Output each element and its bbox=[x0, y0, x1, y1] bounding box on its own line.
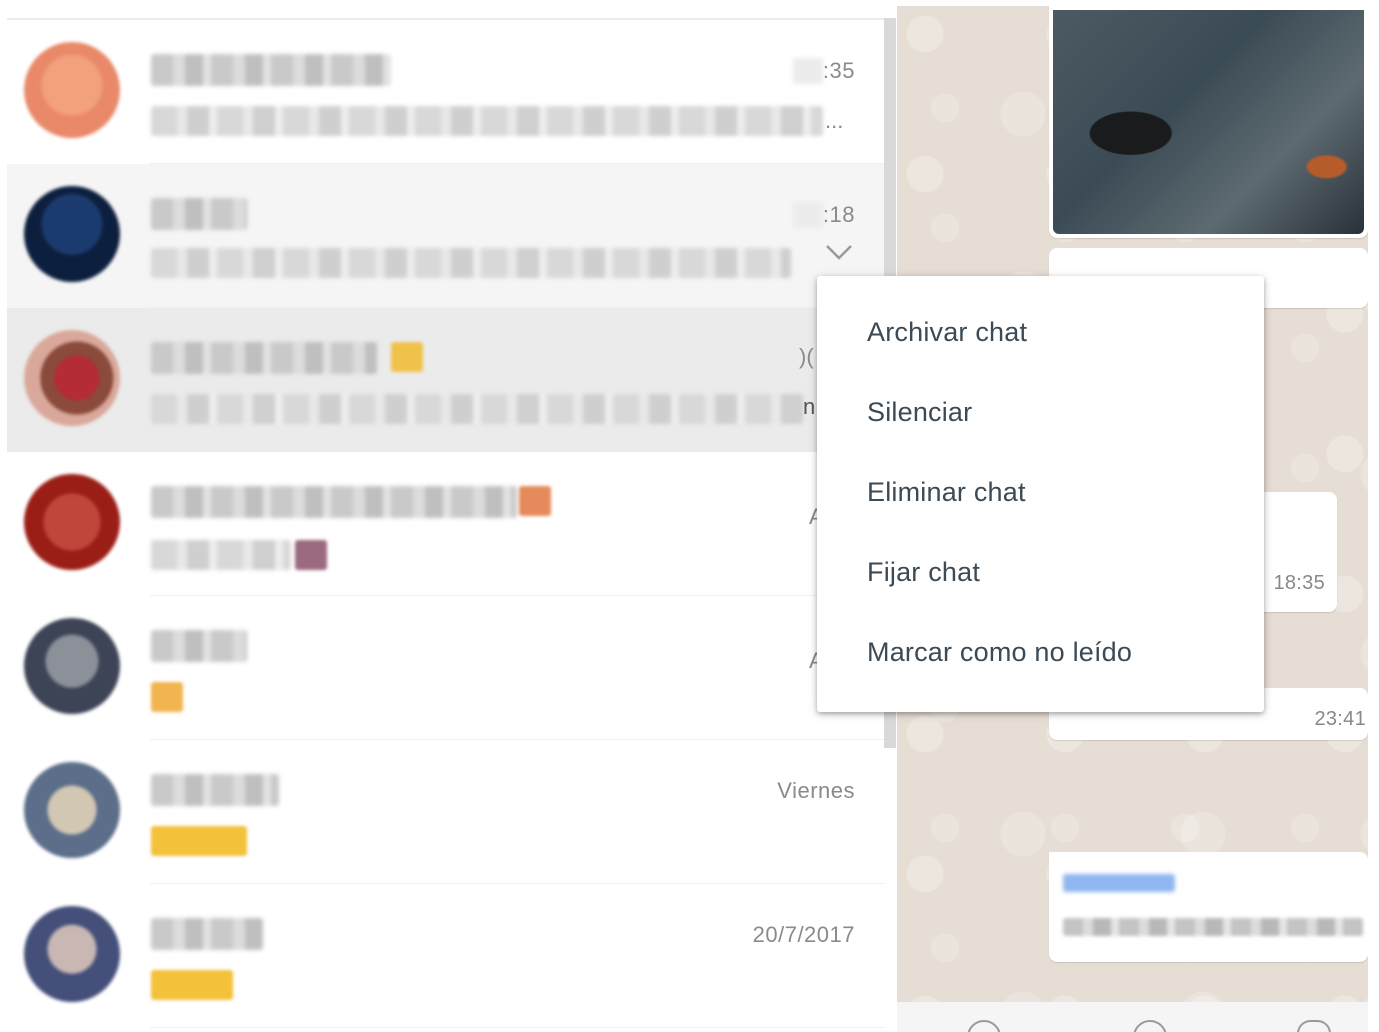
emoji-redacted bbox=[519, 486, 551, 516]
chat-list-item[interactable]: Viernes bbox=[7, 740, 885, 884]
chevron-down-icon[interactable] bbox=[824, 241, 854, 263]
emoji-icon[interactable] bbox=[967, 1020, 1001, 1032]
time-redacted bbox=[793, 58, 823, 84]
chat-time: :35 bbox=[822, 58, 855, 83]
whatsapp-web-window: ... :35 :18 )( n Viernes 20/7/2017 18:35… bbox=[0, 0, 1379, 1032]
avatar bbox=[24, 42, 120, 138]
chat-preview-redacted bbox=[151, 106, 823, 136]
chat-preview-redacted bbox=[151, 248, 791, 278]
chat-name-redacted bbox=[151, 54, 391, 86]
chat-list-item[interactable]: A bbox=[7, 596, 885, 740]
chat-time: Viernes bbox=[777, 778, 855, 803]
message-time: 18:35 bbox=[1273, 572, 1325, 594]
chat-list-item[interactable]: 20/7/2017 bbox=[7, 884, 885, 1028]
time-redacted bbox=[793, 202, 823, 228]
menu-item-pin-chat[interactable]: Fijar chat bbox=[817, 532, 1264, 612]
chat-time: :18 bbox=[822, 202, 855, 227]
menu-item-delete-chat[interactable]: Eliminar chat bbox=[817, 452, 1264, 532]
link-redacted[interactable] bbox=[1063, 874, 1175, 892]
link-message[interactable] bbox=[1049, 852, 1368, 962]
chat-time-partial: )( bbox=[799, 344, 814, 369]
message-time: 23:41 bbox=[1314, 708, 1366, 730]
chat-list-item[interactable]: )( n bbox=[7, 308, 885, 452]
menu-item-mute[interactable]: Silenciar bbox=[817, 372, 1264, 452]
mic-icon[interactable] bbox=[1297, 1020, 1331, 1032]
chat-name-redacted bbox=[151, 486, 517, 518]
chat-list-item[interactable]: ... :35 bbox=[7, 20, 885, 164]
emoji-redacted bbox=[151, 970, 233, 1000]
chat-preview-redacted bbox=[151, 394, 803, 424]
avatar bbox=[24, 618, 120, 714]
chat-list: ... :35 :18 )( n Viernes 20/7/2017 bbox=[7, 18, 885, 1032]
compose-bar bbox=[897, 1002, 1368, 1032]
chat-name-redacted bbox=[151, 630, 247, 662]
message-photo[interactable] bbox=[1053, 10, 1364, 234]
avatar bbox=[24, 906, 120, 1002]
emoji-redacted bbox=[295, 540, 327, 570]
avatar bbox=[24, 330, 120, 426]
chat-context-menu: Archivar chat Silenciar Eliminar chat Fi… bbox=[817, 276, 1264, 712]
emoji-redacted bbox=[391, 342, 423, 372]
message-text-redacted bbox=[1063, 918, 1363, 936]
menu-item-archive-chat[interactable]: Archivar chat bbox=[817, 292, 1264, 372]
chat-list-item[interactable]: :18 bbox=[7, 164, 885, 308]
chat-name-redacted bbox=[151, 342, 377, 374]
emoji-redacted bbox=[151, 826, 247, 856]
chat-list-item[interactable]: A bbox=[7, 452, 885, 596]
chat-name-redacted bbox=[151, 774, 279, 806]
emoji-redacted bbox=[151, 682, 183, 712]
avatar bbox=[24, 762, 120, 858]
row-divider bbox=[150, 1027, 885, 1028]
chat-name-redacted bbox=[151, 918, 263, 950]
chat-preview-redacted bbox=[151, 540, 291, 570]
avatar bbox=[24, 474, 120, 570]
menu-item-mark-unread[interactable]: Marcar como no leído bbox=[817, 612, 1264, 692]
avatar bbox=[24, 186, 120, 282]
chat-preview-partial: n bbox=[803, 394, 816, 419]
chat-preview-ellipsis: ... bbox=[825, 108, 844, 133]
attach-icon[interactable] bbox=[1133, 1020, 1167, 1032]
image-message[interactable] bbox=[1049, 6, 1368, 238]
chat-name-redacted bbox=[151, 198, 247, 230]
chat-time: 20/7/2017 bbox=[752, 922, 855, 947]
